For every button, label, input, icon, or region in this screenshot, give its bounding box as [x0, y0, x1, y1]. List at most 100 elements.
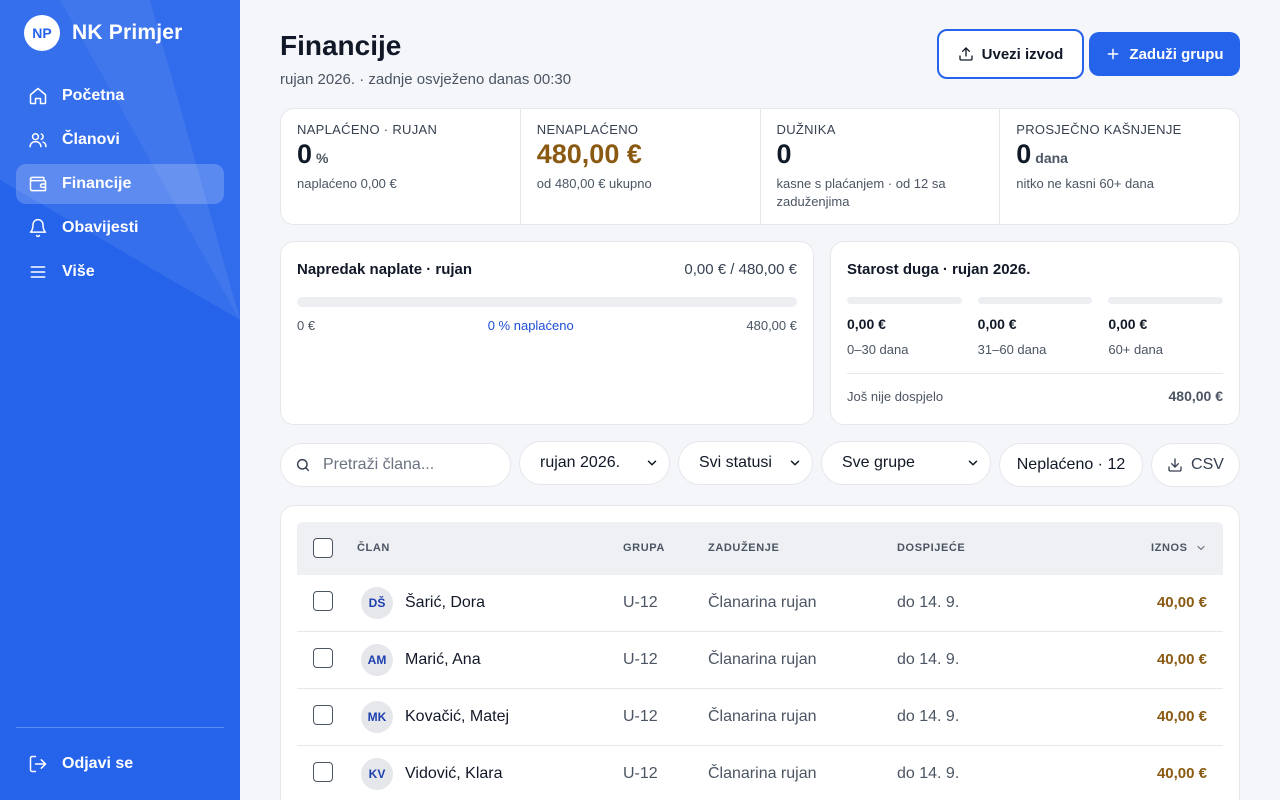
aging-bar — [847, 297, 962, 304]
stat-debtors: Dužnika 0 kasne s plaćanjem · od 12 sa z… — [761, 109, 1001, 224]
charge-group-button[interactable]: Zaduži grupu — [1089, 32, 1240, 76]
sidebar-item-label: Obavijesti — [62, 219, 139, 236]
charge-group-label: Zaduži grupu — [1129, 45, 1224, 63]
bell-icon — [29, 218, 47, 238]
member-search[interactable] — [280, 443, 511, 487]
due-date: do 14. 9. — [897, 651, 960, 668]
table-row[interactable]: KV Vidović, Klara U-12 Članarina rujan d… — [297, 746, 1223, 800]
csv-export-button[interactable]: CSV — [1151, 443, 1240, 487]
sidebar-item-financije[interactable]: Financije — [16, 164, 224, 204]
panel-title: Starost duga · rujan 2026. — [847, 261, 1031, 278]
member-name: Šarić, Dora — [405, 594, 486, 611]
column-due[interactable]: DOSPIJEĆE — [897, 542, 965, 554]
plus-icon — [1108, 48, 1119, 60]
row-checkbox[interactable] — [313, 762, 333, 782]
sidebar-item-clanovi[interactable]: Članovi — [16, 120, 224, 160]
progress-total: 0,00 € / 480,00 € — [684, 261, 797, 278]
member-name: Marić, Ana — [405, 651, 481, 668]
stat-number: 480,00 € — [536, 139, 642, 169]
stat-note: naplaćeno 0,00 € — [297, 176, 397, 191]
aging-label: 60+ dana — [1108, 342, 1163, 357]
aging-bar — [1108, 297, 1224, 304]
search-input[interactable] — [323, 456, 493, 474]
sidebar-item-vise[interactable]: Više — [16, 252, 224, 292]
upload-icon — [958, 47, 973, 61]
due-date: do 14. 9. — [897, 594, 960, 611]
download-icon — [1168, 458, 1182, 472]
charge-name: Članarina rujan — [708, 765, 817, 782]
menu-icon — [30, 266, 46, 278]
column-charge[interactable]: ZADUŽENJE — [708, 542, 779, 554]
row-checkbox[interactable] — [313, 648, 333, 668]
progress-labels: 0 € 0 % naplaćeno 480,00 € — [297, 318, 797, 333]
progress-max-label: 480,00 € — [746, 318, 797, 333]
charge-name: Članarina rujan — [708, 708, 817, 725]
sidebar-item-label: Početna — [62, 87, 125, 104]
stat-value: 0 — [777, 139, 984, 170]
charge-amount: 40,00 € — [1156, 765, 1207, 782]
collection-progress-panel: Napredak naplate · rujan 0,00 € / 480,00… — [280, 241, 814, 425]
not-due-label: Još nije dospjelo — [847, 389, 944, 404]
avatar: DŠ — [361, 587, 393, 619]
brand-name: NK Primjer — [72, 21, 183, 44]
import-statement-label: Uvezi izvod — [981, 45, 1064, 63]
table-row[interactable]: DŠ Šarić, Dora U-12 Članarina rujan do 1… — [297, 575, 1223, 632]
chevron-down-icon — [968, 460, 978, 466]
aging-amount: 0,00 € — [847, 316, 886, 332]
stat-average-delay: Prosječno kašnjenje 0 dana nitko ne kasni… — [1000, 109, 1239, 224]
status-select[interactable]: Svi statusi — [678, 441, 813, 485]
charges-table: ČLAN GRUPA ZADUŽENJE DOSPIJEĆE IZNOS DŠ … — [280, 505, 1240, 800]
stat-collected: Naplaćeno · rujan 0% naplaćeno 0,00 € — [281, 109, 521, 224]
column-amount[interactable]: IZNOS — [1151, 542, 1188, 554]
stat-note: kasne s plaćanjem · od 12 sa zaduženjima — [776, 176, 946, 209]
aging-bar — [977, 297, 1093, 304]
sort-chevron-icon[interactable] — [1195, 542, 1207, 554]
progress-bar — [297, 297, 797, 307]
aging-bucket: 0,00 € 60+ dana — [1108, 297, 1224, 357]
member-group: U-12 — [623, 594, 658, 611]
stat-label: Prosječno kašnjenje — [1016, 122, 1182, 137]
users-icon — [29, 133, 47, 148]
member-group: U-12 — [623, 651, 658, 668]
member-name: Kovačić, Matej — [405, 708, 510, 725]
member-group: U-12 — [623, 765, 658, 782]
sidebar-divider — [16, 727, 224, 728]
table-row[interactable]: MK Kovačić, Matej U-12 Članarina rujan d… — [297, 689, 1223, 746]
stat-value: 0 dana — [1016, 139, 1223, 170]
aging-bucket: 0,00 € 31–60 dana — [977, 297, 1093, 357]
aging-amount: 0,00 € — [977, 316, 1017, 332]
stat-value: 0% — [297, 139, 504, 170]
member-name: Vidović, Klara — [405, 765, 503, 782]
logout-button[interactable]: Odjavi se — [16, 744, 224, 784]
wallet-icon — [29, 176, 47, 192]
unpaid-filter-button[interactable]: Neplaćeno · 12 — [999, 443, 1143, 487]
not-due-value: 480,00 € — [1168, 388, 1224, 404]
brand[interactable]: NP NK Primjer — [24, 15, 183, 51]
row-checkbox[interactable] — [313, 705, 333, 725]
group-select[interactable]: Sve grupe — [821, 441, 991, 485]
table-row[interactable]: AM Marić, Ana U-12 Članarina rujan do 14… — [297, 632, 1223, 689]
sidebar-item-pocetna[interactable]: Početna — [16, 76, 224, 116]
progress-min-label: 0 € — [297, 318, 316, 333]
unpaid-filter-label: Neplaćeno · 12 — [1016, 456, 1126, 473]
stat-number: 0 — [1016, 139, 1032, 169]
stat-label: Dužnika — [776, 122, 836, 137]
month-select[interactable]: rujan 2026. — [519, 441, 670, 485]
logout-label: Odjavi se — [62, 755, 134, 772]
stat-unit: dana — [1035, 150, 1068, 166]
chevron-down-icon — [790, 460, 800, 466]
charge-amount: 40,00 € — [1156, 708, 1207, 725]
charge-name: Članarina rujan — [708, 594, 817, 611]
column-member[interactable]: ČLAN — [357, 542, 390, 554]
stat-uncollected: Nenaplaćeno 480,00 € od 480,00 € ukupno — [521, 109, 761, 224]
column-group[interactable]: GRUPA — [623, 542, 665, 554]
panel-title: Napredak naplate · rujan — [297, 261, 473, 278]
import-statement-button[interactable]: Uvezi izvod — [937, 29, 1084, 79]
aging-amount: 0,00 € — [1108, 316, 1148, 332]
logout-section: Odjavi se — [16, 744, 224, 788]
sidebar-item-obavijesti[interactable]: Obavijesti — [16, 208, 224, 248]
sidebar-nav: Početna Članovi Financije Obavijesti Viš… — [16, 76, 224, 296]
row-checkbox[interactable] — [313, 591, 333, 611]
select-all-checkbox[interactable] — [313, 538, 333, 558]
stats-summary: Naplaćeno · rujan 0% naplaćeno 0,00 € Ne… — [280, 108, 1240, 225]
